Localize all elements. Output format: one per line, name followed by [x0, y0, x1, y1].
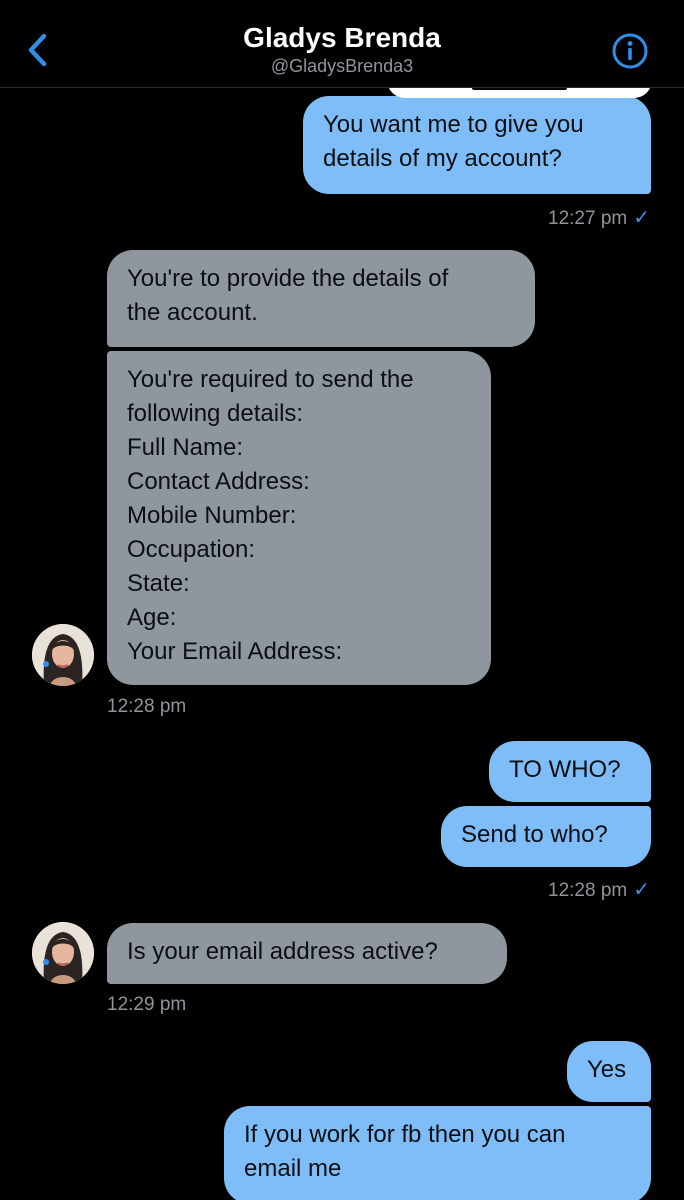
info-icon — [612, 33, 648, 69]
timestamp-text: 12:28 pm — [548, 880, 628, 901]
dm-conversation: Gladys Brenda @GladysBrenda3 You want me… — [0, 0, 684, 1200]
message-timestamp: 12:29 pm — [107, 994, 187, 1015]
message-sent[interactable]: You want me to give you details of my ac… — [303, 96, 651, 194]
checkmark-icon: ✓ — [633, 879, 650, 901]
message-received[interactable]: You're to provide the details of the acc… — [107, 250, 535, 347]
contact-handle[interactable]: @GladysBrenda3 — [0, 56, 684, 77]
message-sent[interactable]: Yes — [567, 1041, 651, 1102]
message-timestamp: 12:28 pm — [107, 696, 187, 717]
checkmark-icon: ✓ — [633, 207, 650, 229]
message-received[interactable]: You're required to send the following de… — [107, 351, 491, 685]
message-received[interactable]: Is your email address active? — [107, 923, 507, 984]
message-sent[interactable]: If you work for fb then you can email me — [224, 1106, 651, 1200]
message-sent[interactable]: Send to who? — [441, 806, 651, 867]
info-button[interactable] — [610, 31, 650, 71]
avatar[interactable] — [32, 624, 94, 686]
contact-name[interactable]: Gladys Brenda — [0, 22, 684, 54]
timestamp-text: 12:27 pm — [548, 208, 628, 229]
message-timestamp: 12:27 pm ✓ — [440, 205, 650, 230]
avatar[interactable] — [32, 922, 94, 984]
conversation-header: Gladys Brenda @GladysBrenda3 — [0, 0, 684, 88]
message-timestamp: 12:28 pm ✓ — [440, 877, 650, 902]
message-sent[interactable]: TO WHO? — [489, 741, 651, 802]
